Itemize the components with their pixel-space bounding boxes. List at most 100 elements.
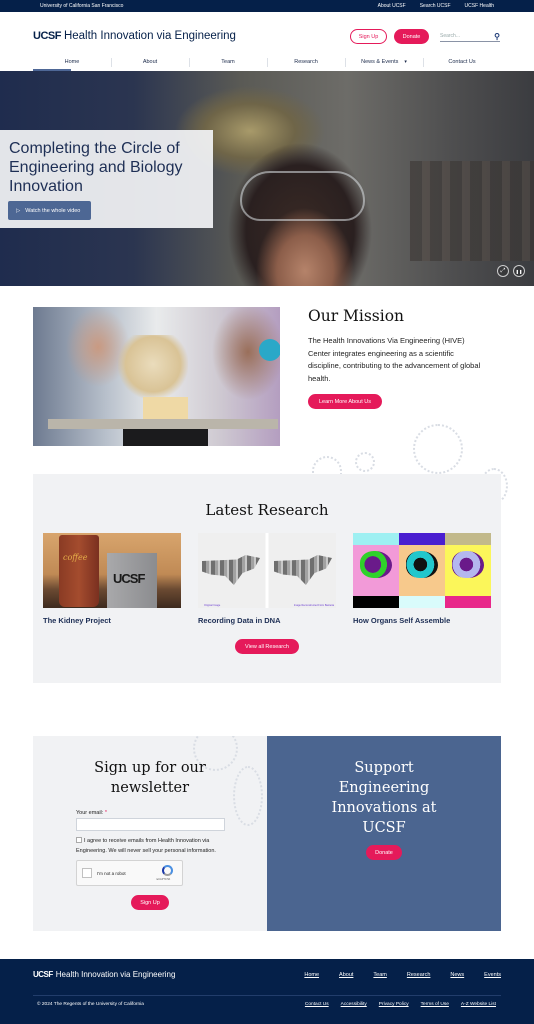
mission-heading: Our Mission [308,307,405,325]
legal-link-privacy[interactable]: Privacy Policy [379,1002,409,1007]
research-card[interactable]: coffee UCSF The Kidney Project [43,533,181,625]
nav-home[interactable]: Home [33,52,111,71]
recaptcha-brand: reCAPTCHA [156,878,171,881]
search-ucsf-link[interactable]: Search UCSF [420,3,451,9]
hero-card: Completing the Circle of Engineering and… [0,130,213,228]
email-label: Your email: * [76,810,107,816]
tile [445,545,491,596]
nav-home-label: Home [64,58,80,65]
cup-text: coffee [63,553,88,562]
copyright: © 2024 The Regents of the University of … [37,1002,144,1007]
nav-about[interactable]: About [111,52,189,71]
play-icon: ▷ [16,207,21,214]
dna-recording-image: Original Image Image Reconstructed From … [198,533,336,608]
latest-research-section: Latest Research coffee UCSF The Kidney P… [33,474,501,683]
support-donate-button[interactable]: Donate [366,845,402,860]
search-icon[interactable]: ⚲ [494,32,500,41]
hero-heading: Completing the Circle of Engineering and… [9,140,183,195]
watch-video-button[interactable]: ▷ Watch the whole video [8,201,91,220]
about-ucsf-link[interactable]: About UCSF [378,3,406,9]
utility-links: About UCSF Search UCSF UCSF Health [378,3,494,9]
site-logo[interactable]: UCSF Health Innovation via Engineering [33,30,236,42]
horse-reconstructed-graphic [274,555,332,585]
caption-original: Original Image [204,604,221,607]
footer-logo-mark: UCSF [33,970,53,979]
research-card-title: How Organs Self Assemble [353,616,451,625]
view-all-research-button[interactable]: View all Research [235,639,299,654]
footer-link-news[interactable]: News [450,972,464,978]
pause-icon[interactable]: ❚❚ [513,265,525,277]
signup-button[interactable]: Sign Up [350,29,387,44]
nav-team-label: Team [221,58,235,65]
nav-contact[interactable]: Contact Us [423,52,501,71]
recaptcha-widget: I'm not a robot reCAPTCHA [76,860,183,886]
footer-site-name: Health Innovation via Engineering [55,970,176,979]
plate-graphic [48,419,278,429]
main-nav: Home About Team Research News & Events ▾ … [33,52,501,71]
ucsf-logo-mark: UCSF [33,30,61,42]
sensor-graphic [259,339,280,361]
organ-blob [406,551,438,578]
footer-nav: Home About Team Research News Events [304,972,501,978]
footer-link-research[interactable]: Research [407,972,431,978]
newsletter-heading: Sign up for our newsletter [94,760,206,796]
email-field[interactable] [76,818,225,831]
recaptcha-checkbox[interactable] [82,868,92,878]
mission-body: The Health Innovations Via Engineering (… [308,336,481,383]
research-card[interactable]: How Organs Self Assemble [353,533,491,625]
newsletter-signup-button[interactable]: Sign Up [131,895,169,910]
organs-image [353,533,491,608]
site-name: Health Innovation via Engineering [63,30,236,42]
legal-link-terms[interactable]: Terms of Use [421,1002,449,1007]
ucsf-home-link[interactable]: University of California San Francisco [40,3,123,9]
tile [445,596,491,608]
mission-image [33,307,280,446]
tile [353,596,399,608]
legal-link-accessibility[interactable]: Accessibility [341,1002,367,1007]
footer-divider [33,995,501,996]
search-input[interactable]: Search... [440,33,460,39]
donate-button[interactable]: Donate [394,29,429,44]
email-label-text: Your email: [76,810,104,816]
newsletter-section: Sign up for our newsletter Your email: * … [33,736,267,931]
horse-original-graphic [202,555,260,585]
consent-checkbox[interactable] [76,837,82,843]
tile [399,545,445,596]
legal-links: Contact Us Accessibility Privacy Policy … [305,1002,496,1007]
expand-icon[interactable]: ⤢ [497,265,509,277]
footer-logo[interactable]: UCSF Health Innovation via Engineering [33,970,175,979]
search-field[interactable]: Search... ⚲ [440,31,500,42]
nav-research[interactable]: Research [267,52,345,71]
support-section: Support Engineering Innovations at UCSF Don… [267,736,501,931]
footer-link-home[interactable]: Home [304,972,319,978]
device-text: UCSF [113,571,145,586]
footer-link-about[interactable]: About [339,972,353,978]
legal-link-az[interactable]: A-Z Website List [461,1002,496,1007]
decorative-ring [413,424,463,474]
chevron-down-icon[interactable]: ▾ [404,59,407,65]
research-card-title: The Kidney Project [43,616,111,625]
tile [445,533,491,545]
tile [399,596,445,608]
research-card[interactable]: Original Image Image Reconstructed From … [198,533,336,625]
caption-reconstructed: Image Reconstructed From Bacteria [293,604,334,607]
kidney-project-image: coffee UCSF [43,533,181,608]
footer-link-team[interactable]: Team [373,972,386,978]
decorative-ring [355,452,375,472]
recaptcha-label: I'm not a robot [97,871,126,876]
ucsf-health-link[interactable]: UCSF Health [465,3,494,9]
nav-news-events[interactable]: News & Events ▾ [345,52,423,71]
required-marker: * [104,810,107,816]
nav-about-label: About [142,58,158,65]
device-graphic: UCSF [107,553,157,608]
support-heading: Support Engineering Innovations at UCSF [331,760,437,836]
base-graphic [123,429,208,446]
hero-goggles-graphic [240,171,365,221]
nav-news-events-label: News & Events [361,58,399,65]
research-heading: Latest Research [205,501,329,519]
legal-link-contact[interactable]: Contact Us [305,1002,329,1007]
footer-link-events[interactable]: Events [484,972,501,978]
research-card-title: Recording Data in DNA [198,616,281,625]
nav-team[interactable]: Team [189,52,267,71]
learn-more-button[interactable]: Learn More About Us [308,394,382,409]
